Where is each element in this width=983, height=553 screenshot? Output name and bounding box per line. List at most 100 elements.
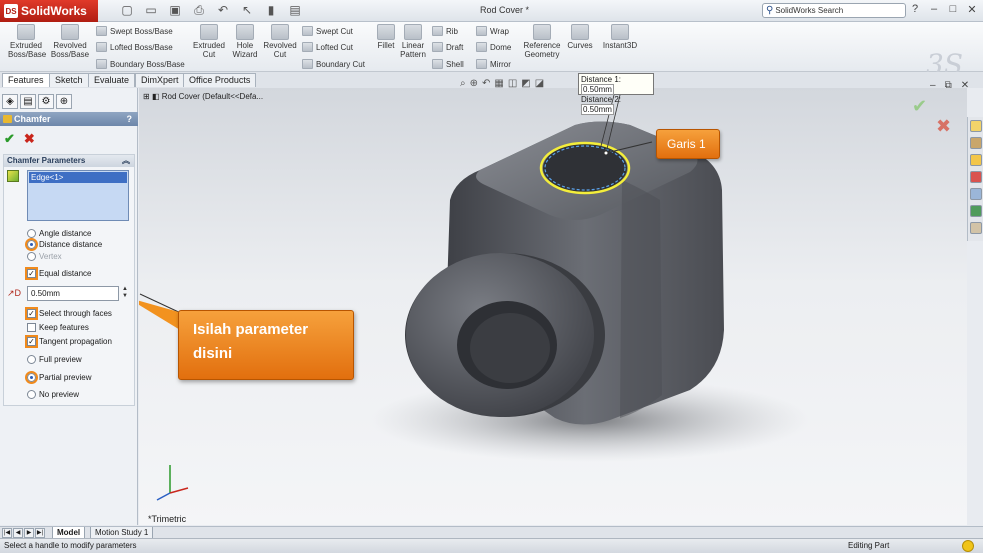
appearances-icon[interactable] <box>970 205 982 217</box>
distance1-value[interactable]: 0.50mm <box>581 84 614 95</box>
section-view-icon[interactable]: ▦ <box>494 78 503 89</box>
extruded-cut-button[interactable]: Extruded Cut <box>190 24 228 59</box>
help-icon[interactable]: ? <box>910 3 920 16</box>
group-header[interactable]: Chamfer Parameters ︽ <box>4 155 134 167</box>
cancel-x-icon[interactable]: ✖ <box>24 131 35 147</box>
option-angle-distance[interactable]: Angle distance <box>27 229 91 238</box>
radio-icon[interactable] <box>25 371 38 384</box>
help-icon[interactable]: ? <box>127 112 133 126</box>
checkbox-icon[interactable]: ✓ <box>25 335 38 348</box>
option-no-preview[interactable]: No preview <box>27 390 79 399</box>
maximize-icon[interactable]: □ <box>948 3 958 16</box>
fillet-button[interactable]: Fillet <box>374 24 398 50</box>
configuration-manager-tab-icon[interactable]: ⚙ <box>38 94 54 109</box>
confirm-corner-ok-icon[interactable]: ✔ <box>912 96 927 117</box>
radio-icon[interactable] <box>27 229 36 238</box>
app-logo[interactable]: DS SolidWorks <box>0 0 98 22</box>
doc-minimize-icon[interactable]: – <box>930 80 936 91</box>
zoom-area-icon[interactable]: ⊕ <box>470 78 478 89</box>
tab-dimxpert[interactable]: DimXpert <box>135 73 185 87</box>
tab-sketch[interactable]: Sketch <box>49 73 89 87</box>
option-keep-features[interactable]: Keep features <box>27 323 89 332</box>
first-tab-icon[interactable]: |◀ <box>2 528 12 538</box>
zoom-to-fit-icon[interactable]: ⌕ <box>460 78 466 89</box>
previous-view-icon[interactable]: ↶ <box>482 78 490 89</box>
checkbox-icon[interactable]: ✓ <box>25 267 38 280</box>
radio-icon[interactable] <box>27 355 36 364</box>
hole-wizard-button[interactable]: Hole Wizard <box>230 24 260 59</box>
option-tangent-propagation[interactable]: ✓ Tangent propagation <box>25 335 112 348</box>
option-vertex[interactable]: Vertex <box>27 252 62 261</box>
open-icon[interactable]: ▭ <box>142 3 160 18</box>
options-icon[interactable]: ▤ <box>286 3 304 18</box>
lofted-boss-button[interactable]: Lofted Boss/Base <box>96 42 173 52</box>
feature-tree-root[interactable]: ⊞ ◧ Rod Cover (Default<<Defa... <box>143 92 263 101</box>
checkbox-icon[interactable]: ✓ <box>25 307 38 320</box>
next-tab-icon[interactable]: ▶ <box>24 528 34 538</box>
dimxpert-manager-tab-icon[interactable]: ⊕ <box>56 94 72 109</box>
distance2-value[interactable]: 0.50mm <box>581 104 614 115</box>
tab-features[interactable]: Features <box>2 73 50 87</box>
distance-field[interactable]: 0.50mm <box>27 286 119 301</box>
doc-restore-icon[interactable]: ⧉ <box>945 80 952 91</box>
ok-check-icon[interactable]: ✔ <box>4 131 15 147</box>
curves-button[interactable]: Curves <box>566 24 594 50</box>
tab-office-products[interactable]: Office Products <box>183 73 257 87</box>
collapse-chevron-icon[interactable]: ︽ <box>122 155 130 167</box>
design-library-icon[interactable] <box>970 137 982 149</box>
checkbox-icon[interactable] <box>27 323 36 332</box>
boundary-cut-button[interactable]: Boundary Cut <box>302 59 365 69</box>
property-manager-tab-icon[interactable]: ▤ <box>20 94 36 109</box>
part-model[interactable] <box>139 88 967 525</box>
extruded-boss-button[interactable]: Extruded Boss/Base <box>8 24 46 59</box>
search-results-icon[interactable] <box>970 171 982 183</box>
tab-evaluate[interactable]: Evaluate <box>88 73 136 87</box>
minimize-icon[interactable]: – <box>929 3 939 16</box>
draft-button[interactable]: Draft <box>432 42 463 52</box>
lofted-cut-button[interactable]: Lofted Cut <box>302 42 353 52</box>
shell-button[interactable]: Shell <box>432 59 464 69</box>
option-select-through-faces[interactable]: ✓ Select through faces <box>25 307 112 320</box>
close-icon[interactable]: ✕ <box>967 3 977 16</box>
boundary-boss-button[interactable]: Boundary Boss/Base <box>96 59 185 69</box>
custom-properties-icon[interactable] <box>970 222 982 234</box>
list-item[interactable]: Edge<1> <box>29 172 127 183</box>
new-document-icon[interactable]: ▢ <box>118 3 136 18</box>
swept-cut-button[interactable]: Swept Cut <box>302 26 353 36</box>
radio-icon[interactable] <box>27 390 36 399</box>
tree-expand-icon[interactable]: ⊞ <box>143 92 150 101</box>
distance-spinner[interactable]: ▲ ▼ <box>121 286 129 301</box>
undo-icon[interactable]: ↶ <box>214 3 232 18</box>
last-tab-icon[interactable]: ▶| <box>35 528 45 538</box>
option-equal-distance[interactable]: ✓ Equal distance <box>25 267 91 280</box>
file-explorer-icon[interactable] <box>970 154 982 166</box>
revolved-boss-button[interactable]: Revolved Boss/Base <box>50 24 90 59</box>
display-style-icon[interactable]: ◩ <box>521 78 530 89</box>
prev-tab-icon[interactable]: ◀ <box>13 528 23 538</box>
linear-pattern-button[interactable]: Linear Pattern <box>398 24 428 59</box>
graphics-viewport[interactable] <box>139 88 967 525</box>
confirm-corner-cancel-icon[interactable]: ✖ <box>936 116 951 137</box>
view-palette-icon[interactable] <box>970 188 982 200</box>
dimension-handle[interactable] <box>603 150 609 156</box>
print-icon[interactable]: ⎙ <box>190 3 208 18</box>
mirror-button[interactable]: Mirror <box>476 59 511 69</box>
hide-show-icon[interactable]: ◪ <box>535 78 544 89</box>
distance-callout[interactable]: Distance 1: 0.50mm Distance 2: 0.50mm <box>578 73 654 115</box>
revolved-cut-button[interactable]: Revolved Cut <box>262 24 298 59</box>
swept-boss-button[interactable]: Swept Boss/Base <box>96 26 173 36</box>
option-full-preview[interactable]: Full preview <box>27 355 82 364</box>
feature-manager-tab-icon[interactable]: ◈ <box>2 94 18 109</box>
radio-icon[interactable] <box>27 252 36 261</box>
reference-geometry-button[interactable]: Reference Geometry <box>520 24 564 59</box>
view-orientation-icon[interactable]: ◫ <box>508 78 517 89</box>
save-icon[interactable]: ▣ <box>166 3 184 18</box>
doc-close-icon[interactable]: ✕ <box>961 80 969 91</box>
edge-selection-list[interactable]: Edge<1> <box>27 170 129 221</box>
wrap-button[interactable]: Wrap <box>476 26 509 36</box>
search-input[interactable]: ⚲ SolidWorks Search <box>762 3 906 18</box>
dome-button[interactable]: Dome <box>476 42 511 52</box>
instant3d-button[interactable]: Instant3D <box>598 24 642 50</box>
rebuild-icon[interactable]: ▮ <box>262 3 280 18</box>
home-icon[interactable] <box>970 120 982 132</box>
